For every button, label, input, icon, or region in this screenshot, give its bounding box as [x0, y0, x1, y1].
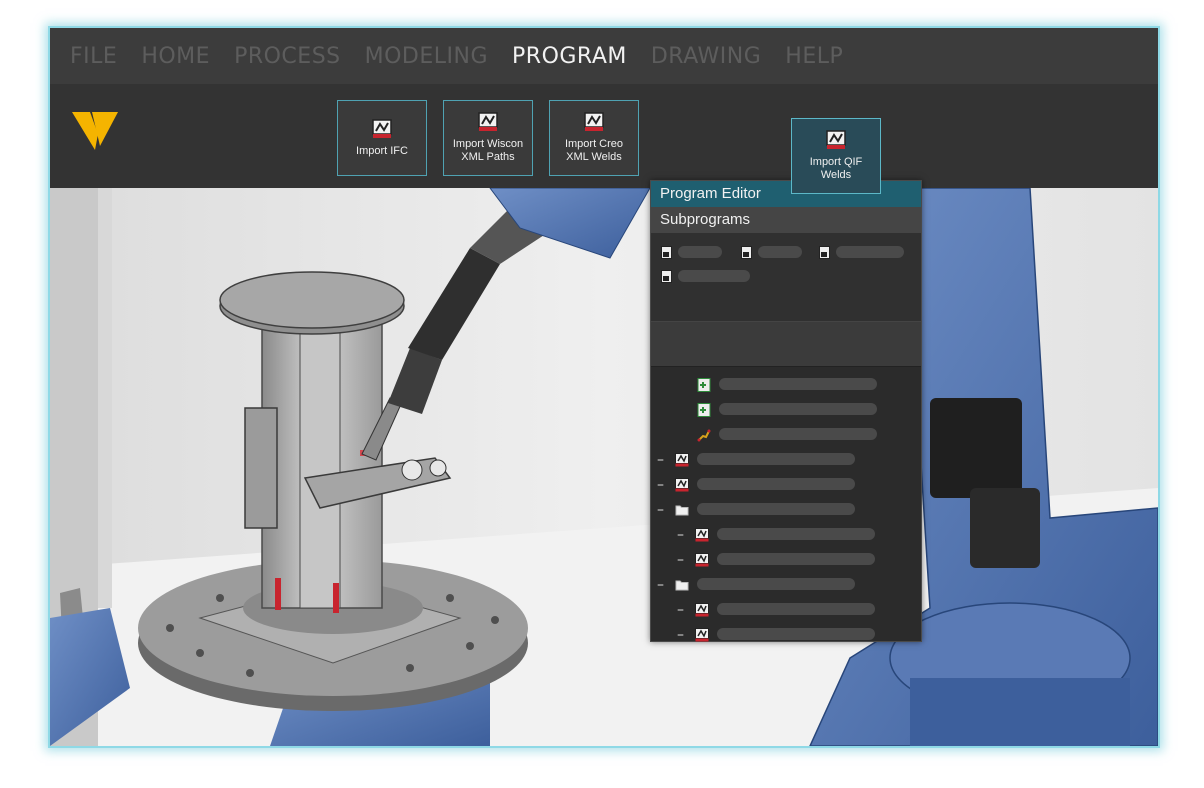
menu-process[interactable]: PROCESS	[234, 44, 341, 69]
file-icon	[661, 245, 672, 259]
tree-row[interactable]: –	[651, 523, 921, 548]
import-creo-button[interactable]: Import Creo XML Welds	[549, 100, 639, 176]
import-ifc-label: Import IFC	[356, 144, 408, 157]
weld-icon	[695, 602, 709, 617]
menu-bar: FILE HOME PROCESS MODELING PROGRAM DRAWI…	[50, 28, 1158, 84]
subprogram-name-placeholder	[758, 246, 802, 258]
weld-icon	[675, 477, 689, 492]
subprogram-list	[651, 233, 921, 321]
collapse-toggle[interactable]: –	[677, 602, 684, 618]
folder-icon	[675, 577, 689, 591]
app-window: FILE HOME PROCESS MODELING PROGRAM DRAWI…	[48, 26, 1160, 748]
weld-icon	[675, 452, 689, 467]
tree-row[interactable]	[651, 423, 921, 448]
add-file-icon	[697, 377, 711, 392]
collapse-toggle[interactable]: –	[657, 452, 664, 468]
workcell-scene	[50, 187, 1158, 746]
app-logo-icon	[72, 112, 118, 150]
import-wiscon-button[interactable]: Import Wiscon XML Paths	[443, 100, 533, 176]
tree-item-label-placeholder	[717, 553, 875, 565]
file-icon	[661, 269, 672, 283]
import-creo-label: Import Creo XML Welds	[564, 138, 624, 163]
tree-row[interactable]: –	[651, 573, 921, 598]
subprograms-header[interactable]: Subprograms	[651, 207, 921, 233]
tree-row[interactable]: –	[651, 548, 921, 573]
file-icon	[819, 245, 830, 259]
tree-row[interactable]: –	[651, 448, 921, 473]
weld-icon	[695, 627, 709, 642]
tree-item-label-placeholder	[717, 628, 875, 640]
menu-home[interactable]: HOME	[141, 44, 210, 69]
tree-item-label-placeholder	[717, 528, 875, 540]
tree-item-label-placeholder	[719, 428, 877, 440]
path-icon	[697, 427, 711, 442]
collapse-toggle[interactable]: –	[677, 627, 684, 643]
tree-item-label-placeholder	[697, 503, 855, 515]
3d-viewport[interactable]	[50, 187, 1158, 746]
folder-icon	[675, 502, 689, 516]
subprogram-name-placeholder	[678, 246, 722, 258]
menu-modeling[interactable]: MODELING	[365, 44, 488, 69]
collapse-toggle[interactable]: –	[657, 577, 664, 593]
tree-row[interactable]: –	[651, 473, 921, 498]
panel-divider	[651, 321, 921, 367]
tree-row[interactable]: –	[651, 623, 921, 648]
collapse-toggle[interactable]: –	[677, 552, 684, 568]
collapse-toggle[interactable]: –	[677, 527, 684, 543]
import-ifc-button[interactable]: Import IFC	[337, 100, 427, 176]
weld-icon	[478, 112, 498, 131]
collapse-toggle[interactable]: –	[657, 477, 664, 493]
add-file-icon	[697, 402, 711, 417]
menu-help[interactable]: HELP	[785, 44, 843, 69]
ribbon-toolbar: Import IFC Import Wiscon XML Paths Impor…	[50, 84, 1158, 188]
tree-item-label-placeholder	[719, 378, 877, 390]
subprogram-item[interactable]	[661, 245, 722, 259]
menu-program[interactable]: PROGRAM	[512, 44, 627, 69]
tree-row[interactable]: –	[651, 598, 921, 623]
tree-item-label-placeholder	[717, 603, 875, 615]
import-wiscon-label: Import Wiscon XML Paths	[452, 138, 524, 163]
collapse-toggle[interactable]: –	[657, 502, 664, 518]
program-editor-panel: Program Editor Subprograms – – – – – – – –	[650, 180, 922, 643]
tree-item-label-placeholder	[719, 403, 877, 415]
subprogram-name-placeholder	[836, 246, 904, 258]
weld-icon	[695, 552, 709, 567]
subprogram-item[interactable]	[741, 245, 802, 259]
tree-row[interactable]	[651, 398, 921, 423]
weld-icon	[584, 112, 604, 131]
subprogram-item[interactable]	[661, 269, 750, 283]
tree-row[interactable]: –	[651, 498, 921, 523]
menu-drawing[interactable]: DRAWING	[651, 44, 761, 69]
tree-item-label-placeholder	[697, 478, 855, 490]
menu-file[interactable]: FILE	[70, 44, 117, 69]
tree-row[interactable]	[651, 373, 921, 398]
subprogram-name-placeholder	[678, 270, 750, 282]
tree-item-label-placeholder	[697, 578, 855, 590]
subprogram-item[interactable]	[819, 245, 904, 259]
program-tree: – – – – – – – –	[651, 367, 921, 648]
tree-item-label-placeholder	[697, 453, 855, 465]
import-qif-button[interactable]: Import QIF Welds	[791, 118, 881, 194]
file-icon	[741, 245, 752, 259]
weld-icon	[826, 130, 846, 149]
weld-icon	[372, 118, 392, 138]
weld-icon	[695, 527, 709, 542]
import-qif-label: Import QIF Welds	[809, 156, 863, 181]
